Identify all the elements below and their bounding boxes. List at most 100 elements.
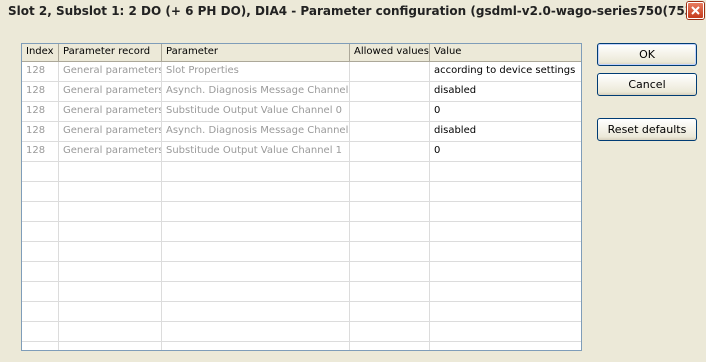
empty-table-row (22, 342, 581, 350)
cell-index: 128 (22, 62, 59, 81)
empty-cell-value (430, 302, 581, 321)
cell-parameter-record: General parameters (59, 122, 162, 141)
close-button[interactable] (687, 2, 704, 19)
empty-cell-index (22, 162, 59, 181)
empty-cell-index (22, 222, 59, 241)
empty-cell-value (430, 322, 581, 341)
empty-cell-parameter (162, 282, 350, 301)
cell-allowed-values (350, 62, 430, 81)
cell-parameter-record: General parameters (59, 102, 162, 121)
table-row[interactable]: 128 General parameters Asynch. Diagnosis M… (22, 82, 581, 102)
cancel-button[interactable]: Cancel (597, 73, 697, 96)
cell-parameter: Substitude Output Value Channel 0 (162, 102, 350, 121)
empty-table-row (22, 282, 581, 302)
column-header-parameter[interactable]: Parameter (162, 44, 350, 61)
empty-cell-index (22, 182, 59, 201)
cell-allowed-values (350, 82, 430, 101)
empty-cell-parameter-record (59, 162, 162, 181)
empty-cell-allowed-values (350, 302, 430, 321)
cell-index: 128 (22, 102, 59, 121)
table-row[interactable]: 128 General parameters Slot Properties acco… (22, 62, 581, 82)
empty-cell-parameter (162, 262, 350, 281)
empty-cell-parameter (162, 222, 350, 241)
empty-table-row (22, 162, 581, 182)
cell-parameter: Substitude Output Value Channel 1 (162, 142, 350, 161)
title-bar[interactable]: Slot 2, Subslot 1: 2 DO (+ 6 PH DO), DIA… (0, 0, 706, 22)
column-header-allowed-values[interactable]: Allowed values (350, 44, 430, 61)
cell-index: 128 (22, 122, 59, 141)
empty-cell-value (430, 162, 581, 181)
cell-allowed-values (350, 102, 430, 121)
empty-cell-value (430, 262, 581, 281)
empty-cell-value (430, 202, 581, 221)
empty-table-row (22, 182, 581, 202)
close-icon (691, 6, 700, 15)
empty-table-row (22, 242, 581, 262)
empty-cell-value (430, 282, 581, 301)
empty-cell-allowed-values (350, 182, 430, 201)
cell-value[interactable]: 0 (430, 142, 581, 161)
empty-cell-parameter-record (59, 262, 162, 281)
empty-cell-index (22, 322, 59, 341)
empty-cell-parameter-record (59, 322, 162, 341)
empty-cell-parameter-record (59, 302, 162, 321)
cell-index: 128 (22, 82, 59, 101)
ok-button[interactable]: OK (597, 43, 697, 66)
table-header: Index Parameter record Parameter Allowed… (22, 44, 581, 62)
empty-cell-index (22, 262, 59, 281)
empty-cell-parameter (162, 302, 350, 321)
parameter-table[interactable]: Index Parameter record Parameter Allowed… (21, 43, 582, 351)
empty-table-row (22, 202, 581, 222)
empty-cell-allowed-values (350, 202, 430, 221)
empty-cell-parameter-record (59, 242, 162, 261)
empty-cell-index (22, 302, 59, 321)
cell-parameter-record: General parameters (59, 82, 162, 101)
cell-index: 128 (22, 142, 59, 161)
cell-value[interactable]: disabled (430, 82, 581, 101)
empty-cell-allowed-values (350, 162, 430, 181)
cell-parameter: Asynch. Diagnosis Message Channel 0 (162, 82, 350, 101)
empty-cell-allowed-values (350, 242, 430, 261)
empty-table-row (22, 302, 581, 322)
empty-cell-allowed-values (350, 222, 430, 241)
cell-value[interactable]: according to device settings (430, 62, 581, 81)
cell-allowed-values (350, 142, 430, 161)
table-body: 128 General parameters Slot Properties acco… (22, 62, 581, 350)
empty-cell-allowed-values (350, 322, 430, 341)
table-row[interactable]: 128 General parameters Substitude Output V… (22, 102, 581, 122)
empty-cell-parameter-record (59, 182, 162, 201)
empty-cell-parameter (162, 202, 350, 221)
cell-parameter-record: General parameters (59, 142, 162, 161)
empty-cell-value (430, 222, 581, 241)
cell-parameter-record: General parameters (59, 62, 162, 81)
empty-cell-value (430, 182, 581, 201)
cell-value[interactable]: 0 (430, 102, 581, 121)
table-row[interactable]: 128 General parameters Asynch. Diagnosis M… (22, 122, 581, 142)
empty-cell-parameter (162, 182, 350, 201)
empty-table-row (22, 222, 581, 242)
cell-parameter: Asynch. Diagnosis Message Channel 1 (162, 122, 350, 141)
empty-cell-parameter (162, 242, 350, 261)
empty-cell-allowed-values (350, 282, 430, 301)
empty-cell-index (22, 202, 59, 221)
column-header-value[interactable]: Value (430, 44, 581, 61)
empty-cell-value (430, 242, 581, 261)
cell-value[interactable]: disabled (430, 122, 581, 141)
reset-defaults-button[interactable]: Reset defaults (597, 118, 697, 141)
column-header-index[interactable]: Index (22, 44, 59, 61)
empty-cell-index (22, 282, 59, 301)
cell-parameter: Slot Properties (162, 62, 350, 81)
cell-allowed-values (350, 122, 430, 141)
column-header-parameter-record[interactable]: Parameter record (59, 44, 162, 61)
empty-cell-parameter-record (59, 282, 162, 301)
empty-table-row (22, 262, 581, 282)
empty-cell-parameter-record (59, 222, 162, 241)
empty-cell-parameter-record (59, 202, 162, 221)
empty-cell-parameter (162, 162, 350, 181)
table-row[interactable]: 128 General parameters Substitude Output V… (22, 142, 581, 162)
window-title: Slot 2, Subslot 1: 2 DO (+ 6 PH DO), DIA… (8, 4, 688, 18)
empty-cell-index (22, 242, 59, 261)
empty-cell-parameter (162, 342, 350, 350)
empty-cell-parameter (162, 322, 350, 341)
empty-table-row (22, 322, 581, 342)
